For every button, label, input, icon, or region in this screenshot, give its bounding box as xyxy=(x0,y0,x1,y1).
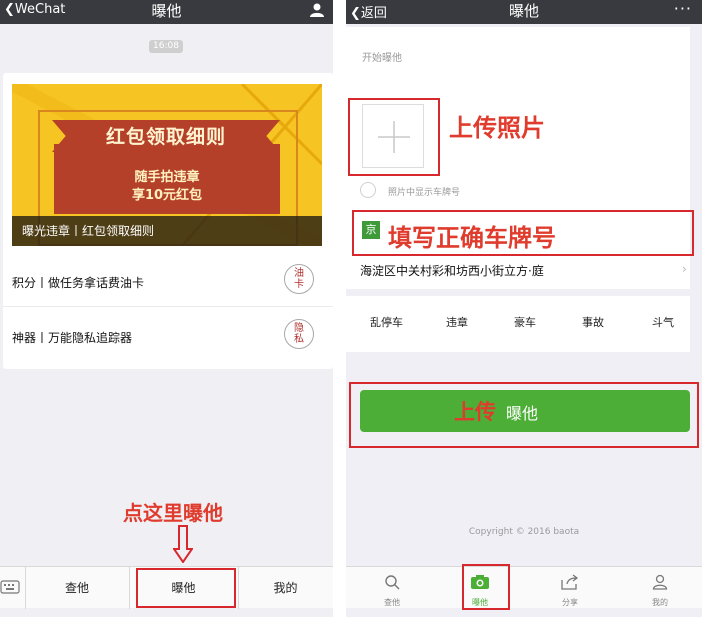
location-field[interactable]: 海淀区中关村彩和坊西小街立方·庭 xyxy=(360,262,544,279)
category-accident[interactable]: 事故 xyxy=(582,314,604,330)
page-title: 曝他 xyxy=(151,2,182,20)
list-item-tracker[interactable]: 神器丨万能隐私追踪器 xyxy=(12,329,132,346)
banner-line-1: 随手拍违章 xyxy=(134,170,200,185)
oil-card-badge-icon: 油 卡 xyxy=(284,264,314,294)
tab-label: 查他 xyxy=(384,598,400,607)
highlight-box xyxy=(136,568,236,608)
category-illegal-parking[interactable]: 乱停车 xyxy=(370,314,403,330)
user-icon xyxy=(652,574,668,590)
badge-top-char: 油 xyxy=(294,268,304,279)
share-icon xyxy=(561,574,579,590)
divider xyxy=(3,306,333,307)
tab-mine[interactable]: 我的 xyxy=(640,572,680,608)
banner-line-2: 享10元红包 xyxy=(131,188,203,203)
banner-ribbon-text: 红包领取细则 xyxy=(105,126,226,148)
screenshot-pair: ❮WeChat 曝他 16:08 红包领取细则 随手拍违章 享10元红包 曝光违… xyxy=(0,0,702,617)
category-violation[interactable]: 违章 xyxy=(446,314,468,330)
tab-label: 我的 xyxy=(652,598,668,607)
down-arrow-icon xyxy=(173,525,193,563)
badge-bottom-char: 卡 xyxy=(294,279,304,290)
left-nav-bar: ❮WeChat 曝他 xyxy=(0,0,333,24)
tab-mine[interactable]: 我的 xyxy=(238,567,333,609)
banner-caption: 曝光违章丨红包领取细则 xyxy=(12,216,322,246)
left-screen: ❮WeChat 曝他 16:08 红包领取细则 随手拍违章 享10元红包 曝光违… xyxy=(0,0,333,617)
highlight-box xyxy=(462,564,510,610)
badge-top-char: 隐 xyxy=(294,323,304,334)
message-timestamp: 16:08 xyxy=(149,40,183,53)
tab-share[interactable]: 分享 xyxy=(550,572,590,608)
annotation-upload-photo: 上传照片 xyxy=(449,114,545,142)
annotation-tap-here: 点这里曝他 xyxy=(123,501,223,525)
highlight-box xyxy=(352,210,694,256)
tab-check[interactable]: 查他 xyxy=(372,572,412,608)
right-screen: ❮返回 曝他 ··· xyxy=(346,0,702,617)
profile-icon[interactable] xyxy=(309,2,325,22)
page-title: 曝他 xyxy=(508,2,539,20)
badge-bottom-char: 私 xyxy=(294,334,304,345)
show-plate-radio[interactable] xyxy=(360,182,376,198)
section-gap xyxy=(346,290,690,296)
more-icon[interactable]: ··· xyxy=(674,0,692,18)
highlight-box xyxy=(349,382,699,448)
start-hint: 开始曝他 xyxy=(362,53,402,64)
radio-label: 照片中显示车牌号 xyxy=(388,188,461,198)
category-road-rage[interactable]: 斗气 xyxy=(652,314,674,330)
tab-check[interactable]: 查他 xyxy=(25,567,129,609)
privacy-badge-icon: 隐 私 xyxy=(284,319,314,349)
keyboard-icon[interactable] xyxy=(0,577,20,597)
copyright-text: Copyright © 2016 baota xyxy=(468,527,580,537)
highlight-box xyxy=(348,98,440,176)
tab-label: 分享 xyxy=(562,598,578,607)
right-nav-bar: ❮返回 曝他 ··· xyxy=(346,0,702,24)
chevron-right-icon: › xyxy=(682,262,687,276)
category-luxury-car[interactable]: 豪车 xyxy=(514,314,536,330)
article-banner[interactable]: 红包领取细则 随手拍违章 享10元红包 曝光违章丨红包领取细则 xyxy=(12,84,322,246)
search-icon xyxy=(385,575,400,590)
list-item-points[interactable]: 积分丨做任务拿话费油卡 xyxy=(12,274,144,291)
